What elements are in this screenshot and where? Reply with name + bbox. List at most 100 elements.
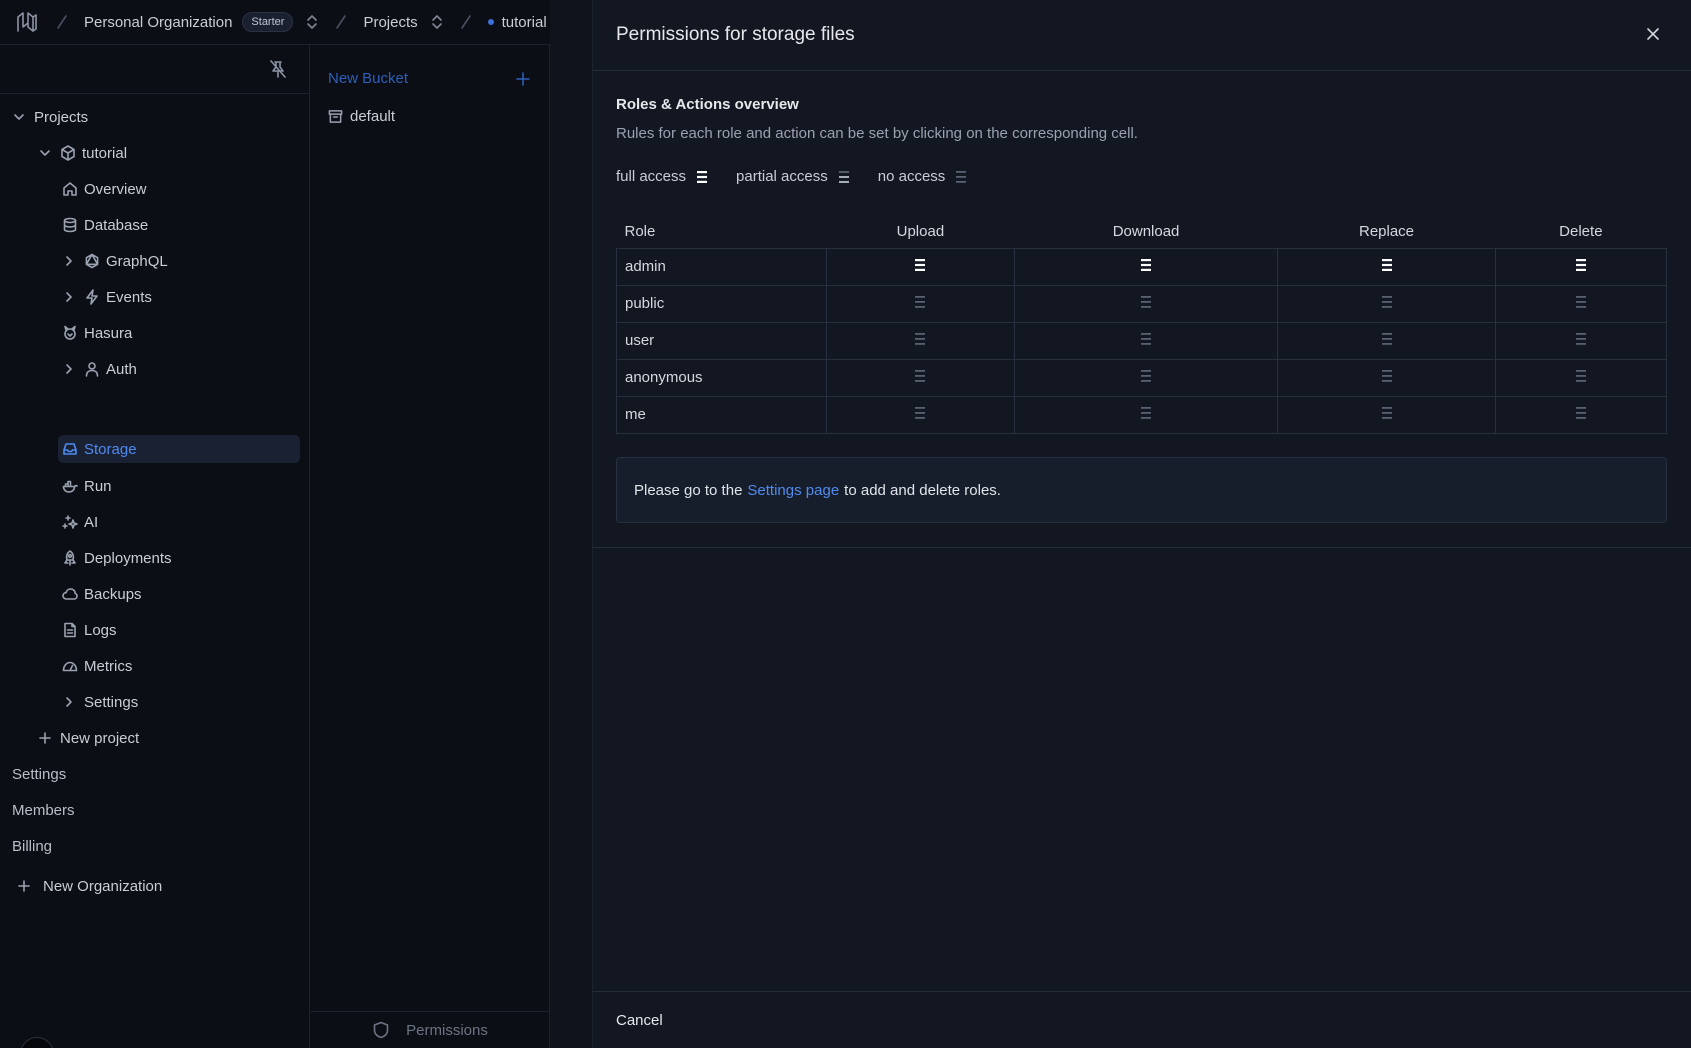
partial-access-icon xyxy=(838,169,850,185)
permission-cell-public-download[interactable] xyxy=(1013,284,1279,323)
permission-cell-user-replace[interactable] xyxy=(1277,321,1496,360)
new-organization-button[interactable]: New Organization xyxy=(17,872,162,900)
close-icon[interactable] xyxy=(1644,25,1662,43)
project-breadcrumb[interactable]: tutorial xyxy=(502,14,547,31)
org-settings-link[interactable]: Settings xyxy=(12,760,66,788)
home-icon xyxy=(62,181,78,197)
section-description: Rules for each role and action can be se… xyxy=(616,125,1138,142)
bucket-item-default[interactable]: default xyxy=(328,108,395,125)
storage-icon xyxy=(62,441,78,457)
full-access-icon xyxy=(1575,257,1587,273)
hasura-icon xyxy=(62,325,78,341)
table-row: me xyxy=(616,395,1668,434)
none-access-icon xyxy=(1140,405,1152,421)
none-access-icon xyxy=(914,294,926,310)
sidebar-item-hasura[interactable]: Hasura xyxy=(62,319,132,347)
chevron-up-down-icon[interactable] xyxy=(430,14,444,30)
drawer-title: Permissions for storage files xyxy=(616,24,855,45)
none-access-icon xyxy=(1575,294,1587,310)
permission-cell-admin-upload[interactable] xyxy=(826,247,1015,286)
permission-cell-admin-download[interactable] xyxy=(1013,247,1279,286)
plus-icon[interactable] xyxy=(516,72,530,86)
none-access-icon xyxy=(1381,368,1393,384)
file-icon xyxy=(62,622,78,638)
sidebar-item-database[interactable]: Database xyxy=(62,211,148,239)
avatar[interactable]: N xyxy=(20,1037,54,1048)
permissions-button[interactable]: Permissions xyxy=(310,1011,550,1048)
chevron-right-icon xyxy=(62,695,76,709)
cloud-icon xyxy=(62,586,78,602)
drawer-header: Permissions for storage files xyxy=(593,0,1691,71)
permission-cell-user-delete[interactable] xyxy=(1494,321,1668,360)
sidebar-item-overview[interactable]: Overview xyxy=(62,175,147,203)
plus-icon xyxy=(17,879,31,893)
sidebar-item-run[interactable]: Run xyxy=(62,472,112,500)
plan-badge: Starter xyxy=(242,12,294,32)
cancel-button[interactable]: Cancel xyxy=(616,1012,663,1029)
settings-page-link[interactable]: Settings page xyxy=(747,482,839,499)
sidebar-item-deployments[interactable]: Deployments xyxy=(62,544,172,572)
permission-cell-public-replace[interactable] xyxy=(1277,284,1496,323)
none-access-icon xyxy=(914,331,926,347)
permission-cell-me-replace[interactable] xyxy=(1277,395,1496,434)
gauge-icon xyxy=(62,658,78,674)
role-name-cell: public xyxy=(616,284,827,323)
sidebar-item-graphql[interactable]: GraphQL xyxy=(62,247,168,275)
permissions-drawer: Permissions for storage files Roles & Ac… xyxy=(592,0,1691,1048)
sidebar-projects[interactable]: Projects xyxy=(12,103,88,131)
none-access-icon xyxy=(1381,405,1393,421)
new-project-button[interactable]: New project xyxy=(38,724,139,752)
org-breadcrumb[interactable]: Personal Organization xyxy=(84,14,232,31)
permission-cell-anonymous-replace[interactable] xyxy=(1277,358,1496,397)
sidebar-item-events[interactable]: Events xyxy=(62,283,152,311)
new-bucket-button[interactable]: New Bucket xyxy=(328,70,408,87)
projects-breadcrumb[interactable]: Projects xyxy=(363,14,417,31)
graphql-icon xyxy=(84,253,100,269)
legend-partial-access: partial access xyxy=(736,168,850,185)
sidebar-item-storage[interactable]: Storage xyxy=(58,435,300,463)
permission-cell-user-download[interactable] xyxy=(1013,321,1279,360)
permissions-table: Role Upload Download Replace Delete admi… xyxy=(616,216,1668,434)
full-access-icon xyxy=(1381,257,1393,273)
sidebar-item-logs[interactable]: Logs xyxy=(62,616,117,644)
unpin-icon[interactable] xyxy=(268,59,288,79)
sidebar-item-ai[interactable]: AI xyxy=(62,508,98,536)
permission-cell-admin-replace[interactable] xyxy=(1277,247,1496,286)
plus-icon xyxy=(38,731,52,745)
chevron-right-icon xyxy=(62,290,76,304)
chevron-down-icon xyxy=(12,110,26,124)
sidebar-item-settings[interactable]: Settings xyxy=(62,688,138,716)
full-access-icon xyxy=(1140,257,1152,273)
column-header-upload: Upload xyxy=(896,223,945,241)
permission-cell-public-delete[interactable] xyxy=(1494,284,1668,323)
org-billing-link[interactable]: Billing xyxy=(12,832,52,860)
table-header-row: Role Upload Download Replace Delete xyxy=(617,216,1667,248)
none-access-icon xyxy=(1381,331,1393,347)
permission-cell-anonymous-download[interactable] xyxy=(1013,358,1279,397)
sidebar-item-metrics[interactable]: Metrics xyxy=(62,652,132,680)
role-name-cell: anonymous xyxy=(616,358,827,397)
chevron-right-icon xyxy=(62,254,76,268)
permission-cell-admin-delete[interactable] xyxy=(1494,247,1668,286)
nhost-logo-icon[interactable] xyxy=(14,9,40,35)
archive-icon xyxy=(328,109,343,124)
sidebar-item-auth[interactable]: Auth xyxy=(62,355,137,383)
permission-cell-public-upload[interactable] xyxy=(826,284,1015,323)
sidebar-item-backups[interactable]: Backups xyxy=(62,580,142,608)
chevron-up-down-icon[interactable] xyxy=(305,14,319,30)
modal-backdrop[interactable] xyxy=(550,0,592,1048)
bucket-list-panel: New Bucket default Permissions xyxy=(310,45,550,1048)
permission-cell-me-delete[interactable] xyxy=(1494,395,1668,434)
none-access-icon xyxy=(914,368,926,384)
permission-cell-user-upload[interactable] xyxy=(826,321,1015,360)
org-members-link[interactable]: Members xyxy=(12,796,75,824)
table-row: public xyxy=(616,284,1668,323)
column-header-replace: Replace xyxy=(1358,223,1415,241)
slash-separator-icon xyxy=(54,14,70,30)
sidebar-project-tutorial[interactable]: tutorial xyxy=(38,139,127,167)
permission-cell-anonymous-upload[interactable] xyxy=(826,358,1015,397)
permission-cell-me-download[interactable] xyxy=(1013,395,1279,434)
permission-cell-anonymous-delete[interactable] xyxy=(1494,358,1668,397)
permission-cell-me-upload[interactable] xyxy=(826,395,1015,434)
no-access-icon xyxy=(955,169,967,185)
